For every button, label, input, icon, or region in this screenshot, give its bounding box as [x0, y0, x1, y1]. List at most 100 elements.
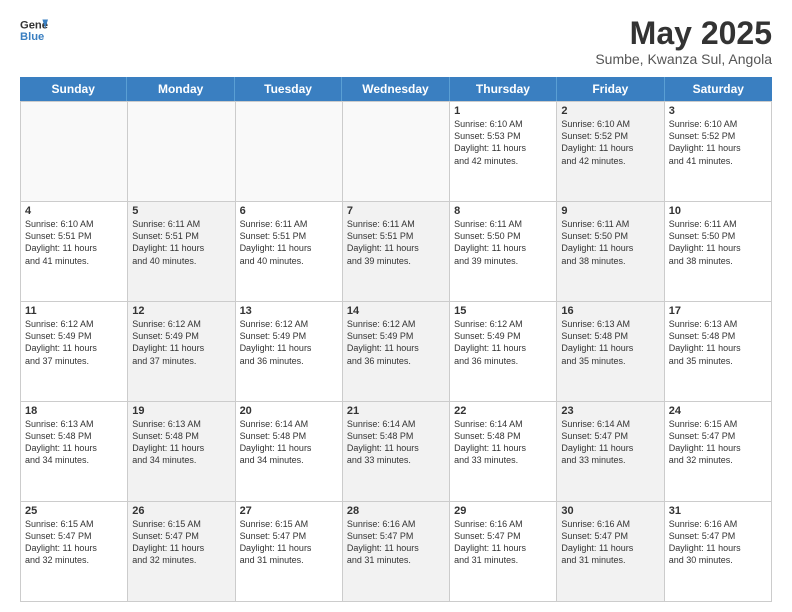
- weekday-header: Sunday: [20, 77, 127, 101]
- calendar-cell: 15Sunrise: 6:12 AM Sunset: 5:49 PM Dayli…: [450, 302, 557, 401]
- calendar-body: 1Sunrise: 6:10 AM Sunset: 5:53 PM Daylig…: [20, 101, 772, 602]
- day-number: 11: [25, 305, 123, 317]
- day-number: 8: [454, 205, 552, 217]
- calendar-cell: 6Sunrise: 6:11 AM Sunset: 5:51 PM Daylig…: [236, 202, 343, 301]
- calendar-week: 18Sunrise: 6:13 AM Sunset: 5:48 PM Dayli…: [21, 402, 772, 502]
- day-number: 19: [132, 405, 230, 417]
- calendar-cell: 5Sunrise: 6:11 AM Sunset: 5:51 PM Daylig…: [128, 202, 235, 301]
- calendar-cell: [21, 102, 128, 201]
- day-number: 4: [25, 205, 123, 217]
- weekday-header: Wednesday: [342, 77, 449, 101]
- calendar-week: 1Sunrise: 6:10 AM Sunset: 5:53 PM Daylig…: [21, 102, 772, 202]
- calendar-cell: 3Sunrise: 6:10 AM Sunset: 5:52 PM Daylig…: [665, 102, 772, 201]
- title-block: May 2025 Sumbe, Kwanza Sul, Angola: [595, 16, 772, 67]
- cell-info: Sunrise: 6:12 AM Sunset: 5:49 PM Dayligh…: [454, 318, 552, 367]
- calendar-cell: 17Sunrise: 6:13 AM Sunset: 5:48 PM Dayli…: [665, 302, 772, 401]
- svg-text:Blue: Blue: [20, 31, 44, 43]
- cell-info: Sunrise: 6:14 AM Sunset: 5:48 PM Dayligh…: [454, 418, 552, 467]
- day-number: 13: [240, 305, 338, 317]
- calendar-week: 4Sunrise: 6:10 AM Sunset: 5:51 PM Daylig…: [21, 202, 772, 302]
- calendar-header: SundayMondayTuesdayWednesdayThursdayFrid…: [20, 77, 772, 101]
- cell-info: Sunrise: 6:13 AM Sunset: 5:48 PM Dayligh…: [25, 418, 123, 467]
- cell-info: Sunrise: 6:10 AM Sunset: 5:51 PM Dayligh…: [25, 218, 123, 267]
- calendar-cell: 16Sunrise: 6:13 AM Sunset: 5:48 PM Dayli…: [557, 302, 664, 401]
- logo: General Blue: [20, 16, 48, 44]
- day-number: 1: [454, 105, 552, 117]
- day-number: 27: [240, 505, 338, 517]
- calendar-cell: 8Sunrise: 6:11 AM Sunset: 5:50 PM Daylig…: [450, 202, 557, 301]
- day-number: 5: [132, 205, 230, 217]
- logo-icon: General Blue: [20, 16, 48, 44]
- location: Sumbe, Kwanza Sul, Angola: [595, 51, 772, 67]
- cell-info: Sunrise: 6:10 AM Sunset: 5:52 PM Dayligh…: [669, 118, 767, 167]
- calendar-cell: 20Sunrise: 6:14 AM Sunset: 5:48 PM Dayli…: [236, 402, 343, 501]
- calendar-cell: 31Sunrise: 6:16 AM Sunset: 5:47 PM Dayli…: [665, 502, 772, 601]
- day-number: 6: [240, 205, 338, 217]
- calendar-cell: 29Sunrise: 6:16 AM Sunset: 5:47 PM Dayli…: [450, 502, 557, 601]
- cell-info: Sunrise: 6:11 AM Sunset: 5:51 PM Dayligh…: [240, 218, 338, 267]
- cell-info: Sunrise: 6:16 AM Sunset: 5:47 PM Dayligh…: [561, 518, 659, 567]
- cell-info: Sunrise: 6:10 AM Sunset: 5:53 PM Dayligh…: [454, 118, 552, 167]
- month-title: May 2025: [595, 16, 772, 51]
- cell-info: Sunrise: 6:12 AM Sunset: 5:49 PM Dayligh…: [132, 318, 230, 367]
- weekday-header: Friday: [557, 77, 664, 101]
- calendar-cell: [128, 102, 235, 201]
- day-number: 14: [347, 305, 445, 317]
- day-number: 22: [454, 405, 552, 417]
- calendar-page: General Blue May 2025 Sumbe, Kwanza Sul,…: [0, 0, 792, 612]
- calendar-week: 11Sunrise: 6:12 AM Sunset: 5:49 PM Dayli…: [21, 302, 772, 402]
- cell-info: Sunrise: 6:11 AM Sunset: 5:50 PM Dayligh…: [669, 218, 767, 267]
- cell-info: Sunrise: 6:11 AM Sunset: 5:50 PM Dayligh…: [454, 218, 552, 267]
- calendar-cell: 4Sunrise: 6:10 AM Sunset: 5:51 PM Daylig…: [21, 202, 128, 301]
- day-number: 16: [561, 305, 659, 317]
- calendar-cell: 21Sunrise: 6:14 AM Sunset: 5:48 PM Dayli…: [343, 402, 450, 501]
- day-number: 26: [132, 505, 230, 517]
- day-number: 18: [25, 405, 123, 417]
- cell-info: Sunrise: 6:11 AM Sunset: 5:51 PM Dayligh…: [132, 218, 230, 267]
- cell-info: Sunrise: 6:14 AM Sunset: 5:47 PM Dayligh…: [561, 418, 659, 467]
- cell-info: Sunrise: 6:15 AM Sunset: 5:47 PM Dayligh…: [132, 518, 230, 567]
- calendar-cell: 27Sunrise: 6:15 AM Sunset: 5:47 PM Dayli…: [236, 502, 343, 601]
- weekday-header: Tuesday: [235, 77, 342, 101]
- calendar-cell: 14Sunrise: 6:12 AM Sunset: 5:49 PM Dayli…: [343, 302, 450, 401]
- cell-info: Sunrise: 6:11 AM Sunset: 5:51 PM Dayligh…: [347, 218, 445, 267]
- weekday-header: Saturday: [665, 77, 772, 101]
- calendar-cell: 28Sunrise: 6:16 AM Sunset: 5:47 PM Dayli…: [343, 502, 450, 601]
- calendar: SundayMondayTuesdayWednesdayThursdayFrid…: [20, 77, 772, 602]
- day-number: 30: [561, 505, 659, 517]
- calendar-cell: 26Sunrise: 6:15 AM Sunset: 5:47 PM Dayli…: [128, 502, 235, 601]
- day-number: 10: [669, 205, 767, 217]
- cell-info: Sunrise: 6:15 AM Sunset: 5:47 PM Dayligh…: [25, 518, 123, 567]
- header: General Blue May 2025 Sumbe, Kwanza Sul,…: [20, 16, 772, 67]
- calendar-cell: 19Sunrise: 6:13 AM Sunset: 5:48 PM Dayli…: [128, 402, 235, 501]
- cell-info: Sunrise: 6:12 AM Sunset: 5:49 PM Dayligh…: [25, 318, 123, 367]
- calendar-cell: 9Sunrise: 6:11 AM Sunset: 5:50 PM Daylig…: [557, 202, 664, 301]
- day-number: 20: [240, 405, 338, 417]
- cell-info: Sunrise: 6:12 AM Sunset: 5:49 PM Dayligh…: [240, 318, 338, 367]
- weekday-header: Monday: [127, 77, 234, 101]
- calendar-cell: 18Sunrise: 6:13 AM Sunset: 5:48 PM Dayli…: [21, 402, 128, 501]
- cell-info: Sunrise: 6:14 AM Sunset: 5:48 PM Dayligh…: [240, 418, 338, 467]
- day-number: 25: [25, 505, 123, 517]
- day-number: 24: [669, 405, 767, 417]
- calendar-cell: 22Sunrise: 6:14 AM Sunset: 5:48 PM Dayli…: [450, 402, 557, 501]
- calendar-cell: 23Sunrise: 6:14 AM Sunset: 5:47 PM Dayli…: [557, 402, 664, 501]
- weekday-header: Thursday: [450, 77, 557, 101]
- cell-info: Sunrise: 6:16 AM Sunset: 5:47 PM Dayligh…: [347, 518, 445, 567]
- cell-info: Sunrise: 6:11 AM Sunset: 5:50 PM Dayligh…: [561, 218, 659, 267]
- day-number: 2: [561, 105, 659, 117]
- cell-info: Sunrise: 6:16 AM Sunset: 5:47 PM Dayligh…: [454, 518, 552, 567]
- day-number: 28: [347, 505, 445, 517]
- day-number: 29: [454, 505, 552, 517]
- cell-info: Sunrise: 6:13 AM Sunset: 5:48 PM Dayligh…: [132, 418, 230, 467]
- cell-info: Sunrise: 6:15 AM Sunset: 5:47 PM Dayligh…: [669, 418, 767, 467]
- calendar-cell: 25Sunrise: 6:15 AM Sunset: 5:47 PM Dayli…: [21, 502, 128, 601]
- calendar-cell: 30Sunrise: 6:16 AM Sunset: 5:47 PM Dayli…: [557, 502, 664, 601]
- cell-info: Sunrise: 6:14 AM Sunset: 5:48 PM Dayligh…: [347, 418, 445, 467]
- day-number: 31: [669, 505, 767, 517]
- day-number: 23: [561, 405, 659, 417]
- day-number: 15: [454, 305, 552, 317]
- calendar-cell: 7Sunrise: 6:11 AM Sunset: 5:51 PM Daylig…: [343, 202, 450, 301]
- day-number: 21: [347, 405, 445, 417]
- calendar-cell: 24Sunrise: 6:15 AM Sunset: 5:47 PM Dayli…: [665, 402, 772, 501]
